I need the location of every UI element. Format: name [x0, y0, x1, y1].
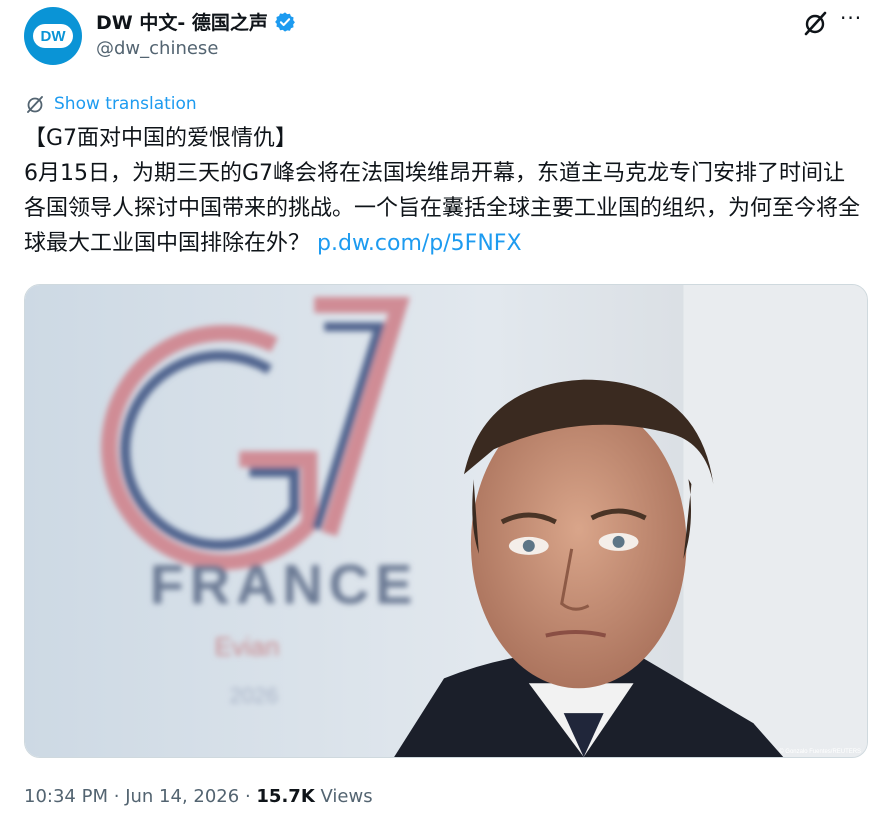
tweet-photo[interactable]: FRANCE Evian 2026 © Gonzalo Fuentes/REUT…	[24, 284, 868, 758]
display-name[interactable]: DW 中文- 德国之声	[96, 8, 268, 35]
name-row: DW 中文- 德国之声	[96, 8, 296, 35]
tweet-link-label: p.dw.com/p/5FNFX	[317, 231, 522, 256]
more-icon[interactable]: ···	[840, 6, 862, 30]
tweet-time[interactable]: 10:34 PM	[24, 786, 108, 807]
svg-text:Evian: Evian	[215, 633, 280, 661]
tweet-meta: 10:34 PM · Jun 14, 2026 · 15.7K Views	[24, 786, 373, 807]
views-label: Views	[320, 786, 373, 807]
tweet-date[interactable]: Jun 14, 2026	[125, 786, 239, 807]
grok-icon[interactable]	[800, 10, 830, 36]
svg-text:DW: DW	[41, 28, 67, 45]
verified-badge-icon[interactable]	[274, 11, 296, 33]
tweet-text: 【G7面对中国的爱恨情仇】 6月15日，为期三天的G7峰会将在法国埃维昂开幕，东…	[24, 121, 864, 261]
photo-credit: © Gonzalo Fuentes/REUTERS	[779, 748, 861, 755]
tweet-link[interactable]: p.dw.com/p/5FNFX	[310, 231, 522, 256]
translate-icon	[27, 96, 43, 113]
show-translation-label: Show translation	[54, 94, 197, 114]
meta-separator: ·	[244, 786, 251, 807]
meta-separator: ·	[113, 786, 120, 807]
handle[interactable]: @dw_chinese	[96, 38, 218, 59]
dw-logo-icon: DW	[33, 24, 73, 48]
svg-text:FRANCE: FRANCE	[150, 553, 419, 616]
views-count: 15.7K	[256, 786, 315, 807]
photo-illustration: FRANCE Evian 2026 © Gonzalo Fuentes/REUT…	[25, 285, 867, 757]
avatar[interactable]: DW	[24, 7, 82, 65]
svg-text:2026: 2026	[230, 683, 279, 708]
show-translation-link[interactable]: Show translation	[24, 93, 197, 115]
